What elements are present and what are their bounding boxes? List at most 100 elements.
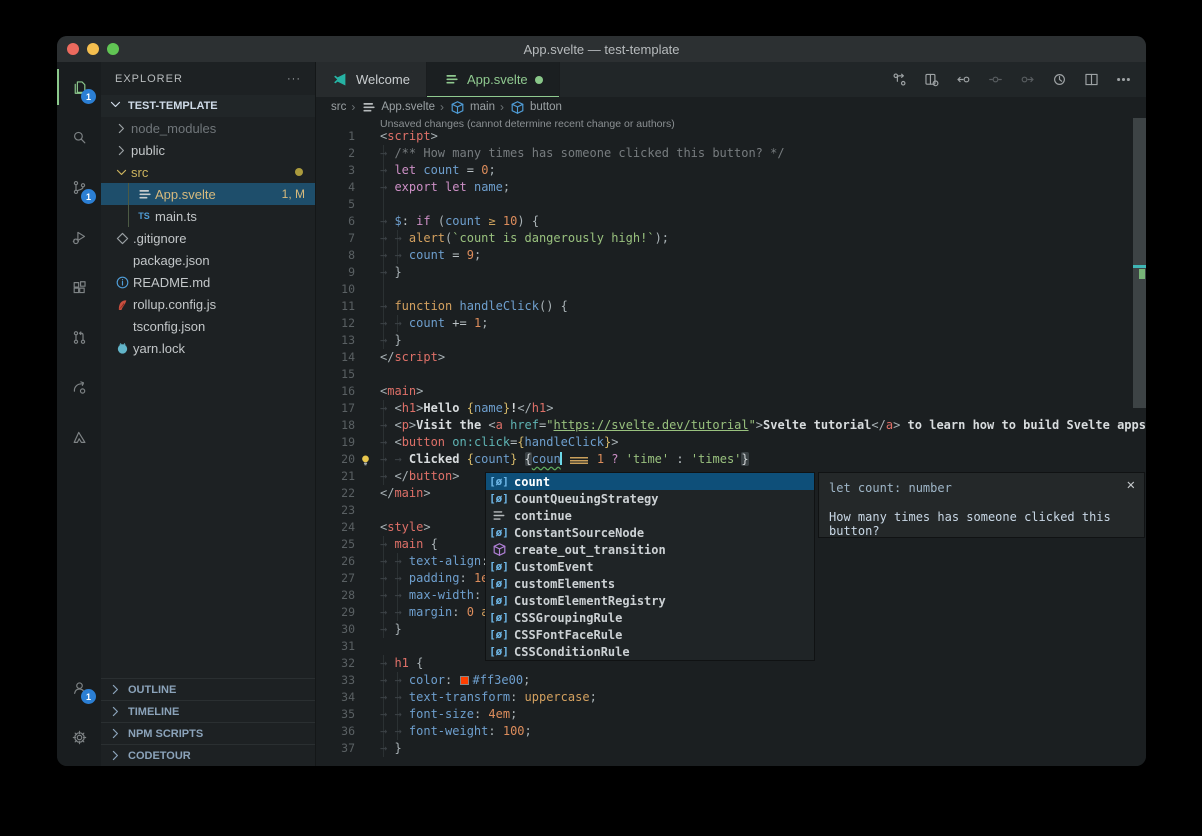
code-line-18[interactable]: 18→ <p>Visit the <a href="https://svelte…	[316, 417, 1133, 434]
suggestion-countqueuingstrategy[interactable]: [ø]CountQueuingStrategy	[486, 490, 814, 507]
code-line-16[interactable]: 16<main>	[316, 383, 1133, 400]
more-actions-icon[interactable]	[1115, 71, 1132, 88]
suggestion-cssconditionrule[interactable]: [ø]CSSConditionRule	[486, 643, 814, 660]
code-line-34[interactable]: 34→ → text-transform: uppercase;	[316, 689, 1133, 706]
suggestion-customelements[interactable]: [ø]customElements	[486, 575, 814, 592]
traffic-lights	[67, 43, 119, 55]
intellisense-suggest-widget: [ø]count[ø]CountQueuingStrategycontinue[…	[485, 472, 815, 661]
file-row-src[interactable]: src	[101, 161, 315, 183]
file-row-yarn-lock[interactable]: yarn.lock	[101, 337, 315, 359]
code-line-8[interactable]: 8→ → count = 9;	[316, 247, 1133, 264]
line-number: 17	[316, 400, 355, 417]
chevron-right-icon	[107, 681, 124, 698]
symbol-keyword-icon	[489, 507, 509, 524]
open-changes-icon[interactable]	[891, 71, 908, 88]
code-line-12[interactable]: 12→ → count += 1;	[316, 315, 1133, 332]
activity-azure-icon[interactable]	[57, 412, 101, 462]
git-status-badge: 1, M	[282, 187, 305, 201]
code-line-1[interactable]: 1<script>	[316, 128, 1133, 145]
tab-welcome[interactable]: Welcome	[316, 62, 427, 97]
code-line-3[interactable]: 3→ let count = 0;	[316, 162, 1133, 179]
suggestion-cssfontfacerule[interactable]: [ø]CSSFontFaceRule	[486, 626, 814, 643]
suggestion-create_out_transition[interactable]: create_out_transition	[486, 541, 814, 558]
tab-app-svelte[interactable]: App.svelte	[427, 62, 560, 97]
file-row-node-modules[interactable]: node_modules	[101, 117, 315, 139]
sidebar-section-outline[interactable]: OUTLINE	[101, 678, 315, 700]
sidebar-more-actions-button[interactable]: ···	[287, 73, 301, 85]
file-label: node_modules	[131, 121, 216, 136]
vscode-logo-icon	[332, 71, 349, 88]
activity-account-icon[interactable]: 1	[57, 662, 101, 712]
code-line-11[interactable]: 11→ function handleClick() {	[316, 298, 1133, 315]
code-line-10[interactable]: 10	[316, 281, 1133, 298]
timeline-clock-icon[interactable]	[1051, 71, 1068, 88]
project-root-row[interactable]: TEST-TEMPLATE	[101, 95, 315, 117]
activity-run-debug-icon[interactable]	[57, 212, 101, 262]
activity-settings-gear-icon[interactable]	[57, 712, 101, 762]
code-line-5[interactable]: 5	[316, 196, 1133, 213]
activity-search-icon[interactable]	[57, 112, 101, 162]
suggestion-continue[interactable]: continue	[486, 507, 814, 524]
code-line-33[interactable]: 33→ → color: #ff3e00;	[316, 672, 1133, 689]
code-line-7[interactable]: 7→ → alert(`count is dangerously high!`)…	[316, 230, 1133, 247]
file-row-rollup-config-js[interactable]: rollup.config.js	[101, 293, 315, 315]
code-line-19[interactable]: 19→ <button on:click={handleClick}>	[316, 434, 1133, 451]
minimize-window-button[interactable]	[87, 43, 99, 55]
settings-gear-icon	[71, 729, 88, 746]
activity-extensions-icon[interactable]	[57, 262, 101, 312]
typescript-icon: TS	[135, 211, 153, 221]
zoom-window-button[interactable]	[107, 43, 119, 55]
breadcrumb-item-app-svelte[interactable]: App.svelte	[360, 99, 435, 116]
activity-github-pr-icon[interactable]	[57, 312, 101, 362]
breadcrumb-item-main[interactable]: main	[449, 99, 495, 116]
file-row--gitignore[interactable]: .gitignore	[101, 227, 315, 249]
code-line-2[interactable]: 2→ /** How many times has someone clicke…	[316, 145, 1133, 162]
code-editor[interactable]: Unsaved changes (cannot determine recent…	[316, 117, 1146, 766]
editor-scrollbar[interactable]	[1133, 117, 1146, 766]
suggestion-constantsourcenode[interactable]: [ø]ConstantSourceNode	[486, 524, 814, 541]
suggestion-cssgroupingrule[interactable]: [ø]CSSGroupingRule	[486, 609, 814, 626]
navigate-forward-icon[interactable]	[1019, 71, 1036, 88]
breadcrumb-item-button[interactable]: button	[509, 99, 562, 116]
close-window-button[interactable]	[67, 43, 79, 55]
code-line-15[interactable]: 15	[316, 366, 1133, 383]
code-line-35[interactable]: 35→ → font-size: 4em;	[316, 706, 1133, 723]
file-label: rollup.config.js	[133, 297, 216, 312]
code-line-9[interactable]: 9→ }	[316, 264, 1133, 281]
suggestion-customevent[interactable]: [ø]CustomEvent	[486, 558, 814, 575]
navigate-back-icon[interactable]	[955, 71, 972, 88]
split-editor-icon[interactable]	[1083, 71, 1100, 88]
file-row-tsconfig-json[interactable]: tsconfig.json	[101, 315, 315, 337]
code-line-37[interactable]: 37→ }	[316, 740, 1133, 757]
code-line-14[interactable]: 14</script>	[316, 349, 1133, 366]
project-root-label: TEST-TEMPLATE	[128, 100, 218, 112]
suggestion-customelementregistry[interactable]: [ø]CustomElementRegistry	[486, 592, 814, 609]
suggestion-label: CSSConditionRule	[514, 645, 630, 659]
sidebar-section-timeline[interactable]: TIMELINE	[101, 700, 315, 722]
code-line-6[interactable]: 6→ $: if (count ≥ 10) {	[316, 213, 1133, 230]
code-line-20[interactable]: 20→ → Clicked {count} {coun === 1 ? 'tim…	[316, 451, 1133, 468]
open-preview-icon[interactable]	[923, 71, 940, 88]
file-row-package-json[interactable]: package.json	[101, 249, 315, 271]
scrollbar-slider[interactable]	[1133, 118, 1146, 408]
file-row-main-ts[interactable]: TSmain.ts	[101, 205, 315, 227]
activity-live-share-icon[interactable]	[57, 362, 101, 412]
activity-explorer-icon[interactable]: 1	[57, 62, 101, 112]
sidebar-section-npm-scripts[interactable]: NPM SCRIPTS	[101, 722, 315, 744]
navigate-position-icon[interactable]	[987, 71, 1004, 88]
github-pr-icon	[71, 329, 88, 346]
file-row-readme-md[interactable]: README.md	[101, 271, 315, 293]
file-row-app-svelte[interactable]: App.svelte1, M	[101, 183, 315, 205]
suggestion-count[interactable]: [ø]count	[486, 473, 814, 490]
line-number: 4	[316, 179, 355, 196]
sidebar-section-codetour[interactable]: CODETOUR	[101, 744, 315, 766]
file-row-public[interactable]: public	[101, 139, 315, 161]
line-number: 28	[316, 587, 355, 604]
code-line-13[interactable]: 13→ }	[316, 332, 1133, 349]
code-line-17[interactable]: 17→ <h1>Hello {name}!</h1>	[316, 400, 1133, 417]
activity-source-control-icon[interactable]: 1	[57, 162, 101, 212]
code-line-36[interactable]: 36→ → font-weight: 100;	[316, 723, 1133, 740]
code-line-4[interactable]: 4→ export let name;	[316, 179, 1133, 196]
suggestion-label: create_out_transition	[514, 543, 666, 557]
breadcrumb-item-src[interactable]: src	[331, 101, 346, 113]
